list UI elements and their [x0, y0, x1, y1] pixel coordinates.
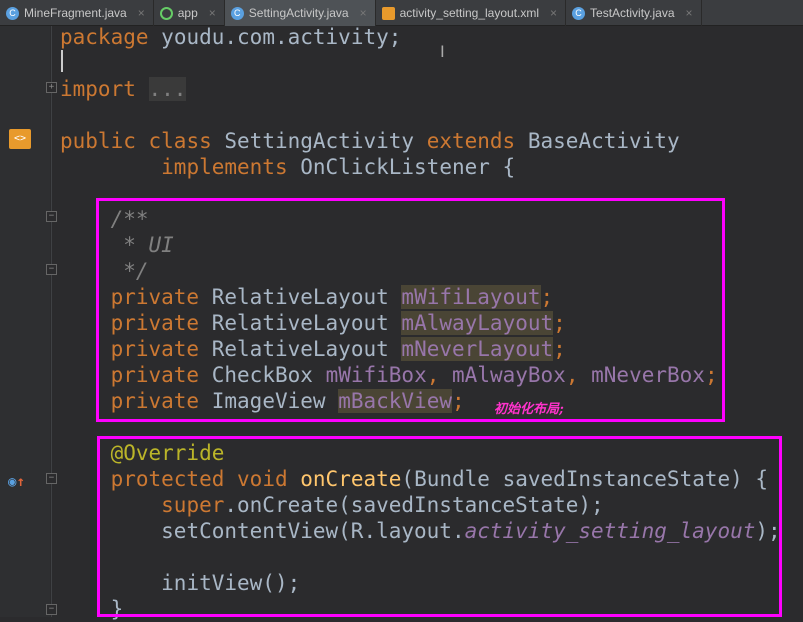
highlight-box-oncreate: [97, 436, 782, 617]
close-icon[interactable]: ×: [360, 6, 367, 20]
fold-expand-icon[interactable]: +: [46, 82, 57, 93]
text-caret: [61, 50, 63, 72]
fold-collapse-icon[interactable]: −: [46, 473, 57, 484]
fold-end-icon[interactable]: −: [46, 604, 57, 615]
close-icon[interactable]: ×: [550, 6, 557, 20]
mouse-cursor: I: [440, 42, 445, 61]
folded-imports[interactable]: ...: [148, 77, 187, 101]
highlight-box-fields: [96, 198, 725, 422]
xml-layout-icon: [381, 6, 395, 20]
editor-gutter: [0, 26, 50, 617]
layout-file-icon[interactable]: <>: [9, 129, 31, 149]
close-icon[interactable]: ×: [686, 6, 693, 20]
class-icon: C: [6, 6, 19, 20]
tab-activity-setting-layout[interactable]: activity_setting_layout.xml ×: [376, 0, 567, 26]
class-icon: C: [230, 6, 244, 20]
fold-end-icon[interactable]: −: [46, 264, 57, 275]
class-icon: C: [572, 6, 586, 20]
override-method-icon[interactable]: ◉↑: [8, 474, 25, 490]
fold-guide: [51, 26, 52, 617]
fold-collapse-icon[interactable]: −: [46, 211, 57, 222]
tab-test-activity[interactable]: C TestActivity.java ×: [566, 0, 702, 26]
android-module-icon: [159, 6, 173, 20]
tab-mine-fragment[interactable]: C MineFragment.java ×: [0, 0, 154, 26]
editor-tabs: C MineFragment.java × app × C SettingActivit…: [0, 0, 803, 26]
annotation-note: 初始化布局;: [494, 402, 564, 417]
tab-app[interactable]: app ×: [154, 0, 225, 26]
close-icon[interactable]: ×: [138, 6, 145, 20]
tab-setting-activity[interactable]: C SettingActivity.java ×: [224, 0, 376, 26]
close-icon[interactable]: ×: [209, 6, 216, 20]
